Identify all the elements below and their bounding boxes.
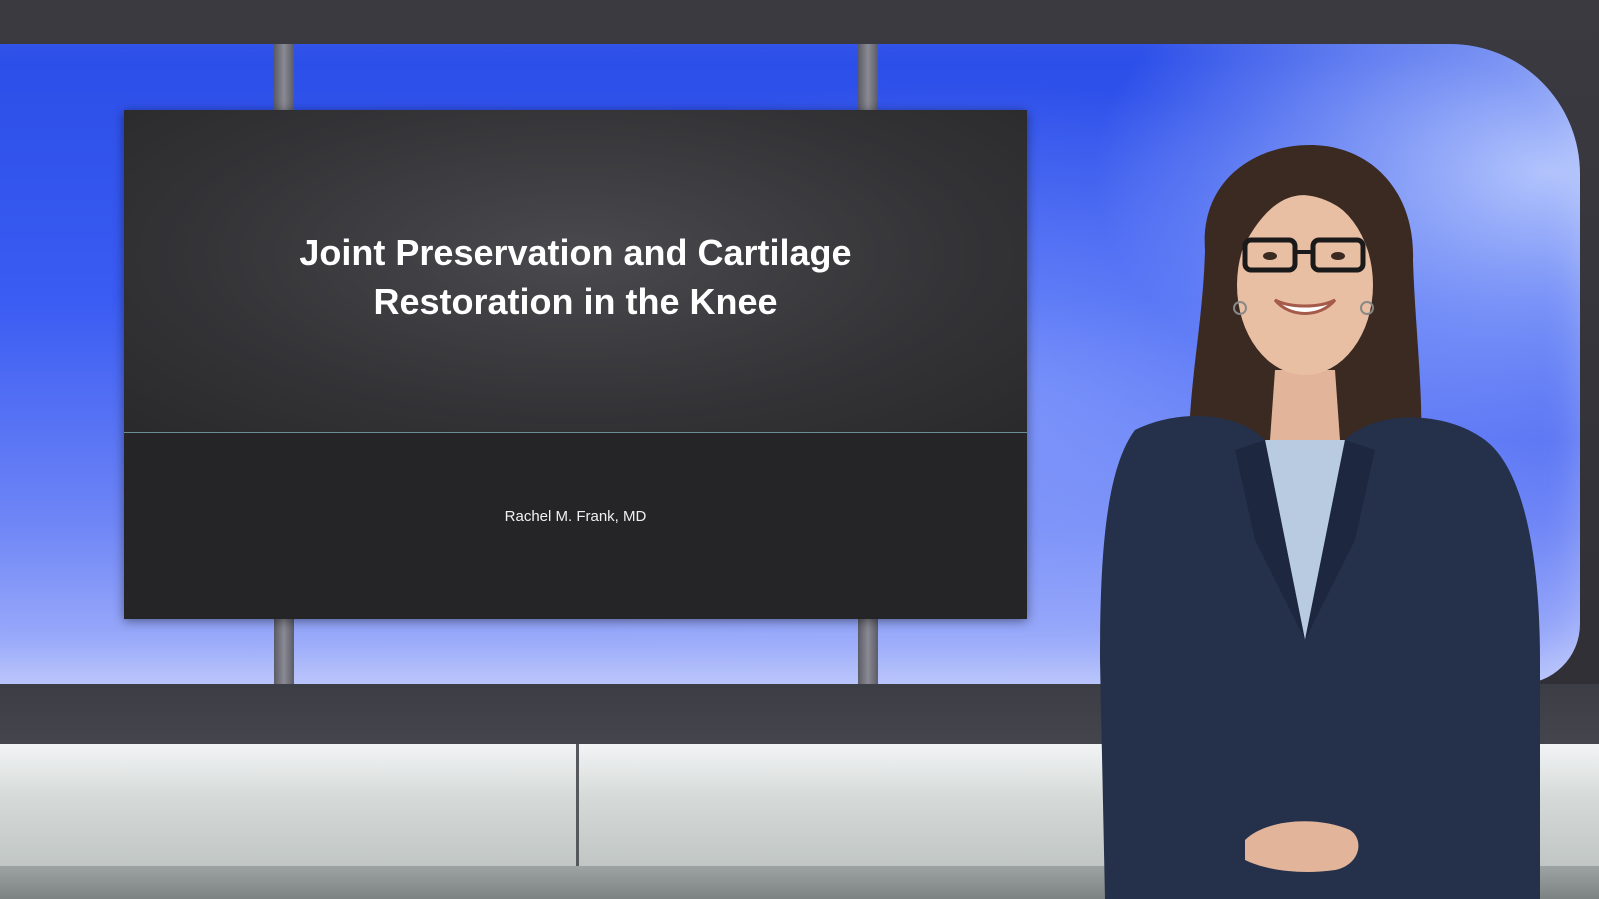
slide-title-line-2: Restoration in the Knee — [373, 281, 778, 322]
slide-author: Rachel M. Frank, MD — [504, 508, 647, 525]
presenter-eye-left — [1263, 252, 1277, 260]
presentation-slide: Joint Preservation and Cartilage Restora… — [124, 110, 1027, 619]
video-frame: Joint Preservation and Cartilage Restora… — [0, 0, 1599, 899]
slide-title-line-1: Joint Preservation and Cartilage — [299, 232, 852, 273]
slide-title: Joint Preservation and Cartilage Restora… — [124, 228, 1027, 326]
presenter-neck — [1270, 370, 1340, 440]
slide-title-area: Joint Preservation and Cartilage Restora… — [124, 110, 1027, 433]
presenter-eye-right — [1331, 252, 1345, 260]
person-presenter-icon — [1100, 145, 1540, 899]
